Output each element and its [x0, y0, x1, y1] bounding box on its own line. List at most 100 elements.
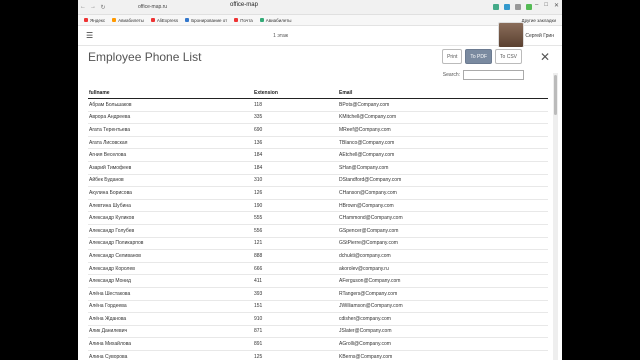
- cell-fullname: Алёна Гордеева: [89, 303, 127, 310]
- cell-email: RTangers@Company.com: [339, 290, 398, 297]
- cell-email: CHanson@Company.com: [339, 189, 397, 196]
- address-bar: ← → ↻ office-map.ru office-map – □ ✕: [78, 0, 562, 15]
- bookmark-icon: [150, 18, 155, 22]
- cell-fullname: Абрам Большаков: [89, 101, 132, 108]
- cell-fullname: Алевтина Шубина: [89, 202, 131, 209]
- cell-extension: 888: [254, 252, 263, 259]
- table-row[interactable]: Айбек Буданов 310 DStandford@Company.com: [88, 175, 548, 188]
- table-header: fullname Extension Email: [88, 87, 548, 99]
- cell-email: AEtchell@Company.com: [339, 152, 395, 159]
- employee-table: fullname Extension Email Абрам Большаков…: [88, 87, 548, 360]
- minimize-icon[interactable]: –: [535, 2, 538, 9]
- pdf-button[interactable]: To PDF: [465, 49, 493, 64]
- table-row[interactable]: Александр Королев 666 akorolev@company.ru: [88, 263, 548, 276]
- table-row[interactable]: Абрам Большаков 118 BPots@Company.com: [88, 99, 548, 112]
- table-row[interactable]: Александр Монид 411 AFerguson@Company.com: [88, 275, 548, 288]
- table-row[interactable]: Агата Лисовская 136 TBlanco@Company.com: [88, 137, 548, 150]
- cell-extension: 125: [254, 353, 263, 360]
- table-row[interactable]: Александр Поликарпов 121 GStPierre@Company…: [88, 238, 548, 251]
- search-input[interactable]: [463, 70, 524, 80]
- table-row[interactable]: Александр Куликов 555 CHammond@Company.com: [88, 212, 548, 225]
- cell-email: CHammond@Company.com: [339, 215, 403, 222]
- back-icon[interactable]: ←: [78, 4, 88, 10]
- column-header-extension[interactable]: Extension: [254, 90, 339, 96]
- cell-email: SHan@Company.com: [339, 164, 389, 171]
- cell-extension: 184: [254, 164, 263, 171]
- table-row[interactable]: Александр Голубев 556 GSpencer@Company.com: [88, 225, 548, 238]
- bookmark-item[interactable]: AliExpress: [150, 18, 178, 23]
- reload-icon[interactable]: ↻: [98, 4, 108, 11]
- url-field[interactable]: office-map.ru: [138, 4, 167, 10]
- bookmark-item[interactable]: Авиабилеты: [112, 18, 144, 23]
- cell-extension: 666: [254, 265, 263, 272]
- close-icon[interactable]: ✕: [540, 50, 550, 64]
- extension-icon[interactable]: [526, 4, 532, 10]
- bookmark-item[interactable]: Бронирование от: [185, 18, 227, 23]
- cell-email: DStandford@Company.com: [339, 177, 402, 184]
- table-row[interactable]: Александр Селиванов 888 dchukti@company.co…: [88, 250, 548, 263]
- cell-fullname: Алёна Жданова: [89, 315, 127, 322]
- csv-button[interactable]: To CSV: [495, 49, 522, 64]
- menu-icon[interactable]: ☰: [86, 31, 93, 40]
- other-bookmarks[interactable]: Другие закладки: [522, 18, 556, 23]
- cell-fullname: Александр Королев: [89, 265, 135, 272]
- table-row[interactable]: Аврора Андреева 335 KMitchell@Company.com: [88, 112, 548, 125]
- scrollbar-thumb[interactable]: [554, 75, 557, 115]
- bookmark-icon: [112, 18, 117, 22]
- bookmark-item[interactable]: Почта: [234, 18, 253, 23]
- cell-extension: 335: [254, 114, 263, 121]
- forward-icon[interactable]: →: [88, 4, 98, 10]
- table-row[interactable]: Алевтина Шубина 190 HBrown@Company.com: [88, 200, 548, 213]
- cell-extension: 555: [254, 215, 263, 222]
- table-row[interactable]: Алёна Жданова 910 cdisher@company.com: [88, 313, 548, 326]
- bookmark-icon: [185, 18, 190, 22]
- table-row[interactable]: Алик Данилевич 871 JSlater@Company.com: [88, 326, 548, 339]
- search-label: Search:: [442, 72, 460, 78]
- bookmark-item[interactable]: Авиабилеты: [259, 18, 292, 23]
- cell-fullname: Алина Суворова: [89, 353, 128, 360]
- app-header: ☰ 1 этаж Сергей Грин: [78, 26, 562, 46]
- cell-email: dchukti@company.com: [339, 252, 391, 259]
- user-name[interactable]: Сергей Грин: [525, 33, 554, 39]
- print-button[interactable]: Print: [442, 49, 463, 64]
- table-row[interactable]: Алина Суворова 125 KBerns@Company.com: [88, 351, 548, 360]
- floor-label[interactable]: 1 этаж: [273, 33, 288, 39]
- table-row[interactable]: Алина Михайлова 891 AGrolli@Company.com: [88, 338, 548, 351]
- cell-email: MReef@Company.com: [339, 126, 391, 133]
- table-row[interactable]: Агния Веселова 184 AEtchell@Company.com: [88, 149, 548, 162]
- tab-title[interactable]: office-map: [230, 2, 258, 8]
- cell-fullname: Алёна Шестакова: [89, 290, 131, 297]
- cell-email: AGrolli@Company.com: [339, 341, 391, 348]
- cell-email: KBerns@Company.com: [339, 353, 393, 360]
- table-row[interactable]: Акулина Борисова 126 CHanson@Company.com: [88, 187, 548, 200]
- scrollbar[interactable]: [553, 73, 558, 360]
- bookmarks-bar: Яндекс Авиабилеты AliExpress Бронировани…: [78, 15, 562, 26]
- table-row[interactable]: Алёна Гордеева 151 JWilliamson@Company.com: [88, 301, 548, 314]
- cell-extension: 126: [254, 189, 263, 196]
- cell-extension: 184: [254, 152, 263, 159]
- bookmark-icon: [84, 18, 88, 22]
- column-header-fullname[interactable]: fullname: [88, 90, 254, 96]
- extension-icon[interactable]: [504, 4, 510, 10]
- extension-icon[interactable]: [515, 4, 521, 10]
- close-window-icon[interactable]: ✕: [554, 2, 559, 9]
- bookmark-item[interactable]: Яндекс: [84, 18, 105, 23]
- cell-extension: 136: [254, 139, 263, 146]
- table-row[interactable]: Алёна Шестакова 393 RTangers@Company.com: [88, 288, 548, 301]
- maximize-icon[interactable]: □: [544, 2, 548, 9]
- cell-extension: 121: [254, 240, 263, 247]
- cell-extension: 891: [254, 341, 263, 348]
- table-row[interactable]: Азарий Тимофеев 184 SHan@Company.com: [88, 162, 548, 175]
- phone-list-panel: Employee Phone List Print To PDF To CSV …: [82, 47, 558, 360]
- cell-fullname: Агния Веселова: [89, 152, 127, 159]
- cell-extension: 556: [254, 227, 263, 234]
- column-header-email[interactable]: Email: [339, 90, 548, 96]
- cell-fullname: Айбек Буданов: [89, 177, 124, 184]
- cell-email: TBlanco@Company.com: [339, 139, 395, 146]
- table-row[interactable]: Агата Терентьева 690 MReef@Company.com: [88, 124, 548, 137]
- browser-window: ← → ↻ office-map.ru office-map – □ ✕ Янд…: [78, 0, 562, 360]
- extension-icon[interactable]: [493, 4, 499, 10]
- cell-email: GStPierre@Company.com: [339, 240, 398, 247]
- cell-extension: 690: [254, 126, 263, 133]
- cell-email: JSlater@Company.com: [339, 328, 392, 335]
